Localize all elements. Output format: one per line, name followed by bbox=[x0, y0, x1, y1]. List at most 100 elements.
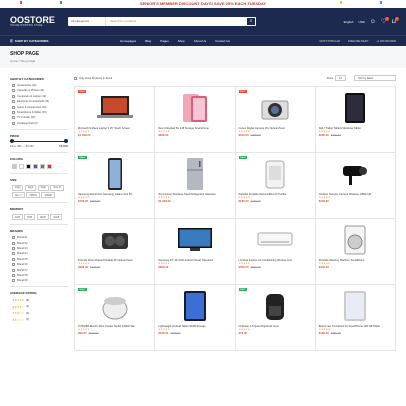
brand-checkbox[interactable] bbox=[12, 236, 15, 240]
size-option[interactable]: 32gb bbox=[24, 184, 37, 191]
color-swatch[interactable] bbox=[19, 163, 24, 169]
brand-item[interactable]: Brand 09 bbox=[12, 279, 68, 283]
brand-item[interactable]: Brand 08 bbox=[12, 273, 68, 277]
search-input[interactable]: Search for products bbox=[106, 17, 246, 26]
brand-item[interactable]: Brand 06 bbox=[12, 263, 68, 267]
product-card[interactable]: Brand new 10 Android 11 SmartPhone 128 G… bbox=[315, 285, 396, 351]
product-card[interactable]: NEW Canon Digital Camera 16x Optical Zoom… bbox=[235, 87, 316, 153]
sort-select[interactable]: Sort by latest bbox=[354, 75, 396, 81]
brand-checkbox[interactable] bbox=[12, 268, 15, 272]
brand-item[interactable]: Brand 04 bbox=[12, 252, 68, 256]
product-card[interactable]: Dell 7 Tablet Tablets Windows Tablet ★★★★… bbox=[315, 87, 396, 153]
rating-item[interactable]: ★★☆☆☆ (1) bbox=[12, 318, 68, 322]
category-item[interactable]: Game & Accessories (10) bbox=[12, 105, 68, 109]
nav-item-homepages[interactable]: Homepages bbox=[120, 39, 136, 43]
wishlist-icon[interactable]: ♡ 0 bbox=[381, 17, 390, 25]
product-card[interactable]: Portable Washing Machine Top Efficient ★★… bbox=[315, 219, 396, 285]
browse-categories-button[interactable]: ☰ SHOP BY CATEGORIES bbox=[10, 39, 120, 43]
currency-select[interactable]: USD bbox=[358, 20, 364, 24]
size-option[interactable]: 256GB bbox=[26, 192, 40, 199]
brand-checkbox[interactable] bbox=[12, 263, 15, 267]
product-image[interactable] bbox=[158, 288, 231, 324]
product-card[interactable]: Samsung 65" 4K UHD Android Smart Televis… bbox=[155, 219, 236, 285]
category-item[interactable]: Computers & Laptop (12) bbox=[12, 94, 68, 98]
product-image[interactable] bbox=[158, 90, 231, 126]
brand-checkbox[interactable] bbox=[12, 247, 15, 251]
product-card[interactable]: Top Freezer Stainless Steel Refrigerator… bbox=[155, 153, 236, 219]
size-option[interactable]: 64gb bbox=[37, 184, 49, 191]
size-option[interactable]: Size Xl bbox=[50, 184, 64, 191]
product-card[interactable]: Outdoor Security Camera Wireless 1080p H… bbox=[315, 153, 396, 219]
category-item[interactable]: Uncategorized (0) bbox=[12, 121, 68, 125]
brand-item[interactable]: Brand 05 bbox=[12, 257, 68, 261]
product-image[interactable] bbox=[319, 222, 392, 258]
product-image[interactable] bbox=[239, 222, 312, 258]
cart-icon[interactable]: ⊔ 0 bbox=[391, 17, 399, 25]
product-image[interactable] bbox=[158, 156, 231, 192]
category-checkbox[interactable] bbox=[12, 110, 15, 114]
color-swatch[interactable] bbox=[40, 163, 45, 169]
rating-item[interactable]: ★★★★☆ (4) bbox=[12, 305, 68, 309]
product-card[interactable]: New Unlocked 5G 128 Storage Smartphone ★★… bbox=[155, 87, 236, 153]
product-image[interactable] bbox=[78, 288, 151, 324]
brand-item[interactable]: Brand 07 bbox=[12, 268, 68, 272]
category-item[interactable]: Cameras & Photos (10) bbox=[12, 89, 68, 93]
language-select[interactable]: English bbox=[344, 20, 354, 24]
size-option[interactable]: Size Y bbox=[12, 192, 25, 199]
product-card[interactable]: LG Dual Inverter Air Conditioning Window… bbox=[235, 219, 316, 285]
category-checkbox[interactable] bbox=[12, 105, 15, 109]
user-icon[interactable]: ☺ bbox=[370, 19, 376, 25]
rating-item[interactable]: ★★★★★ (8) bbox=[12, 298, 68, 302]
brand-item[interactable]: Brand 02 bbox=[12, 241, 68, 245]
size-option[interactable]: 16gb bbox=[12, 184, 24, 191]
product-image[interactable] bbox=[319, 288, 392, 324]
show-count-select[interactable]: 12 bbox=[335, 75, 346, 81]
in-stock-checkbox[interactable] bbox=[74, 76, 77, 80]
product-card[interactable]: NEW Chefman 4.5 Quart Digital Air Fryer ★★… bbox=[235, 285, 316, 351]
nav-item-contact[interactable]: Contact Us bbox=[215, 39, 230, 43]
category-checkbox[interactable] bbox=[12, 116, 15, 120]
nav-item-shop[interactable]: Shop bbox=[178, 39, 185, 43]
search-category-select[interactable]: All categories bbox=[68, 17, 106, 26]
product-image[interactable] bbox=[78, 90, 151, 126]
search-button[interactable]: ⌕ bbox=[246, 17, 256, 26]
color-swatch[interactable] bbox=[26, 163, 31, 169]
filter-button[interactable]: FILTER bbox=[59, 145, 68, 148]
brand-checkbox[interactable] bbox=[12, 273, 15, 277]
nav-item-blog[interactable]: Blog bbox=[145, 39, 151, 43]
category-item[interactable]: Electronic & Household (11) bbox=[12, 100, 68, 104]
memory-option[interactable]: 8GB bbox=[24, 214, 36, 221]
product-card[interactable]: SALE TOSHIBA Electric Rice Cooker Model 1… bbox=[75, 285, 156, 351]
product-card[interactable]: NEW Microsoft Surface Laptop 3 15" Touch … bbox=[75, 87, 156, 153]
product-image[interactable] bbox=[239, 288, 312, 324]
size-option[interactable]: 128GB bbox=[41, 192, 55, 199]
brand-item[interactable]: Brand 01 bbox=[12, 236, 68, 240]
product-image[interactable] bbox=[239, 156, 312, 192]
product-image[interactable] bbox=[239, 90, 312, 126]
nav-right-item[interactable]: MOST POPULAR bbox=[319, 40, 340, 43]
category-item[interactable]: Accessories (13) bbox=[12, 84, 68, 87]
product-image[interactable] bbox=[319, 156, 392, 192]
breadcrumb[interactable]: Home / Shop Page bbox=[10, 59, 396, 63]
product-card[interactable]: SALE Portable Portable Dehumidifier Air P… bbox=[235, 153, 316, 219]
memory-option[interactable]: 32GB bbox=[50, 214, 63, 221]
memory-option[interactable]: 4GB bbox=[12, 214, 23, 221]
nav-item-pages[interactable]: Pages bbox=[160, 39, 169, 43]
category-item[interactable]: Smartphone & Tablet (10) bbox=[12, 110, 68, 114]
product-image[interactable] bbox=[319, 90, 392, 126]
brand-logo[interactable]: OOSTORE ONLINE SHOPPING STORE bbox=[10, 16, 62, 28]
nav-right-phone[interactable]: +1 000 000 0000 bbox=[376, 40, 396, 43]
brand-checkbox[interactable] bbox=[12, 252, 15, 256]
brand-checkbox[interactable] bbox=[12, 241, 15, 245]
color-swatch[interactable] bbox=[12, 163, 17, 169]
memory-option[interactable]: 16GB bbox=[36, 214, 49, 221]
category-checkbox[interactable] bbox=[12, 89, 15, 93]
product-card[interactable]: Friendly Zoom Digital Portable 4K Optica… bbox=[75, 219, 156, 285]
price-slider[interactable] bbox=[10, 139, 68, 144]
product-image[interactable] bbox=[158, 222, 231, 258]
color-swatch[interactable] bbox=[47, 163, 52, 169]
rating-item[interactable]: ★★★☆☆ (2) bbox=[12, 311, 68, 315]
product-image[interactable] bbox=[78, 222, 151, 258]
category-item[interactable]: TV & Audio (10) bbox=[12, 116, 68, 120]
category-checkbox[interactable] bbox=[12, 121, 15, 125]
